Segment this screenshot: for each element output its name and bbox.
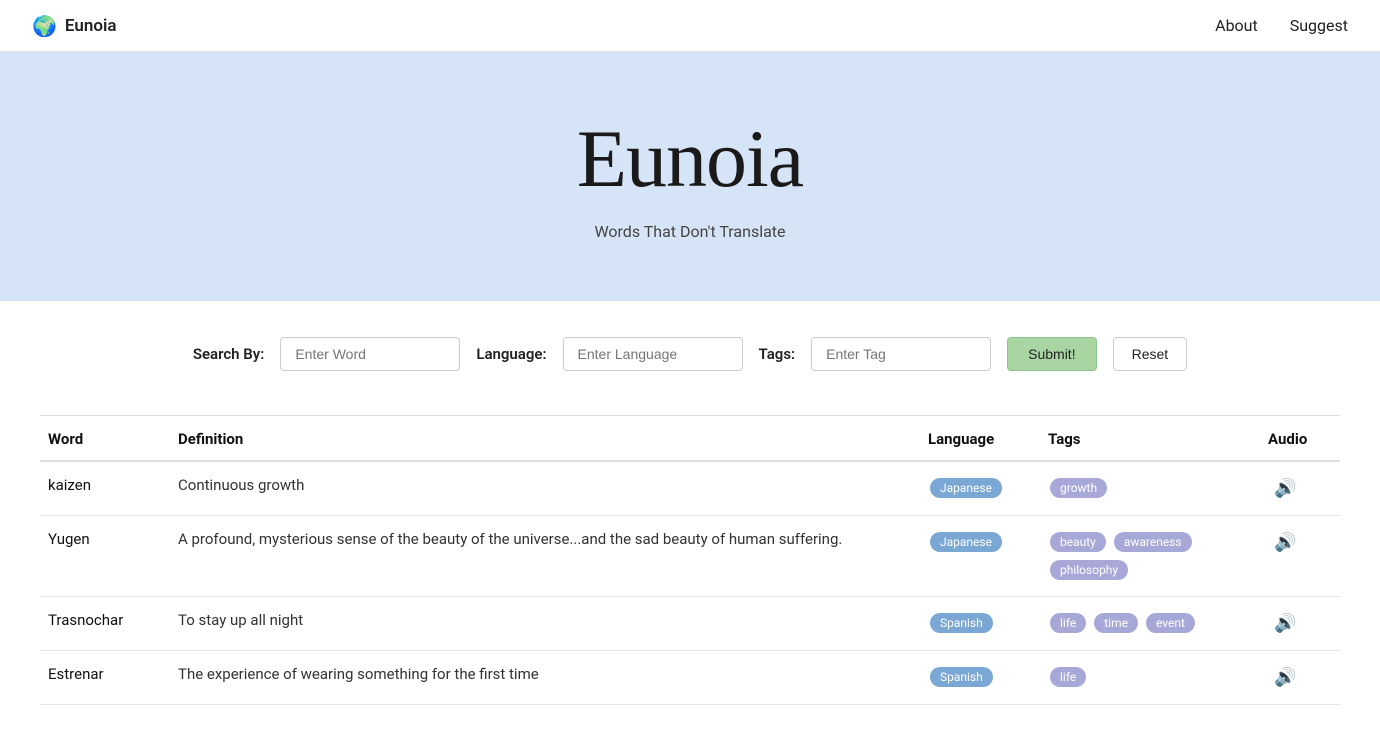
reset-button[interactable]: Reset [1113, 337, 1188, 371]
cell-definition: The experience of wearing something for … [170, 651, 920, 705]
cell-definition: Continuous growth [170, 461, 920, 516]
nav-links: About Suggest [1215, 16, 1348, 35]
search-input[interactable] [280, 337, 460, 371]
hero-subtitle: Words That Don't Translate [20, 222, 1360, 241]
cell-word: kaizen [40, 461, 170, 516]
cell-language: Spanish [920, 597, 1040, 651]
cell-language: Japanese [920, 461, 1040, 516]
cell-word: Estrenar [40, 651, 170, 705]
cell-audio: 🔊 [1260, 651, 1340, 705]
cell-definition: A profound, mysterious sense of the beau… [170, 516, 920, 597]
tag-badge: awareness [1114, 532, 1192, 552]
table-row: TrasnocharTo stay up all night Spanish lif… [40, 597, 1340, 651]
cell-tags: beauty awareness philosophy [1040, 516, 1260, 597]
table-row: YugenA profound, mysterious sense of the… [40, 516, 1340, 597]
cell-word: Trasnochar [40, 597, 170, 651]
cell-definition: To stay up all night [170, 597, 920, 651]
table-row: EstrenarThe experience of wearing someth… [40, 651, 1340, 705]
col-header-tags: Tags [1040, 416, 1260, 461]
navbar: 🌍 Eunoia About Suggest [0, 0, 1380, 52]
cell-tags: life [1040, 651, 1260, 705]
cell-audio: 🔊 [1260, 597, 1340, 651]
nav-about-link[interactable]: About [1215, 16, 1258, 35]
hero-title: Eunoia [20, 112, 1360, 206]
language-badge: Spanish [930, 667, 993, 687]
tag-badge: growth [1050, 478, 1107, 498]
audio-button[interactable]: 🔊 [1268, 530, 1302, 555]
col-header-word: Word [40, 416, 170, 461]
tags-label: Tags: [759, 345, 796, 363]
table-header-row: Word Definition Language Tags Audio [40, 416, 1340, 461]
tag-badge: event [1146, 613, 1195, 633]
tag-badge: life [1050, 613, 1086, 633]
tag-badge: time [1094, 613, 1138, 633]
table-row: kaizenContinuous growth Japanese growth 🔊 [40, 461, 1340, 516]
audio-button[interactable]: 🔊 [1268, 476, 1302, 501]
tags-input[interactable] [811, 337, 991, 371]
cell-language: Japanese [920, 516, 1040, 597]
search-section: Search By: Language: Tags: Submit! Reset [0, 301, 1380, 395]
tag-badge: philosophy [1050, 560, 1128, 580]
tag-badge: life [1050, 667, 1086, 687]
language-badge: Japanese [930, 478, 1002, 498]
col-header-language: Language [920, 416, 1040, 461]
brand-name: Eunoia [65, 16, 117, 36]
col-header-definition: Definition [170, 416, 920, 461]
language-badge: Japanese [930, 532, 1002, 552]
audio-button[interactable]: 🔊 [1268, 611, 1302, 636]
globe-icon: 🌍 [32, 14, 57, 38]
audio-button[interactable]: 🔊 [1268, 665, 1302, 690]
language-input[interactable] [563, 337, 743, 371]
cell-audio: 🔊 [1260, 516, 1340, 597]
words-table: Word Definition Language Tags Audio kaiz… [40, 416, 1340, 705]
cell-tags: life time event [1040, 597, 1260, 651]
submit-button[interactable]: Submit! [1007, 337, 1096, 371]
cell-tags: growth [1040, 461, 1260, 516]
cell-language: Spanish [920, 651, 1040, 705]
brand-link[interactable]: 🌍 Eunoia [32, 14, 117, 38]
cell-audio: 🔊 [1260, 461, 1340, 516]
search-by-label: Search By: [193, 345, 265, 363]
language-label: Language: [476, 345, 546, 363]
cell-word: Yugen [40, 516, 170, 597]
language-badge: Spanish [930, 613, 993, 633]
tag-badge: beauty [1050, 532, 1106, 552]
search-bar: Search By: Language: Tags: Submit! Reset [80, 337, 1300, 371]
col-header-audio: Audio [1260, 416, 1340, 461]
table-section: Word Definition Language Tags Audio kaiz… [0, 416, 1380, 745]
nav-suggest-link[interactable]: Suggest [1290, 16, 1348, 35]
hero-section: Eunoia Words That Don't Translate [0, 52, 1380, 301]
